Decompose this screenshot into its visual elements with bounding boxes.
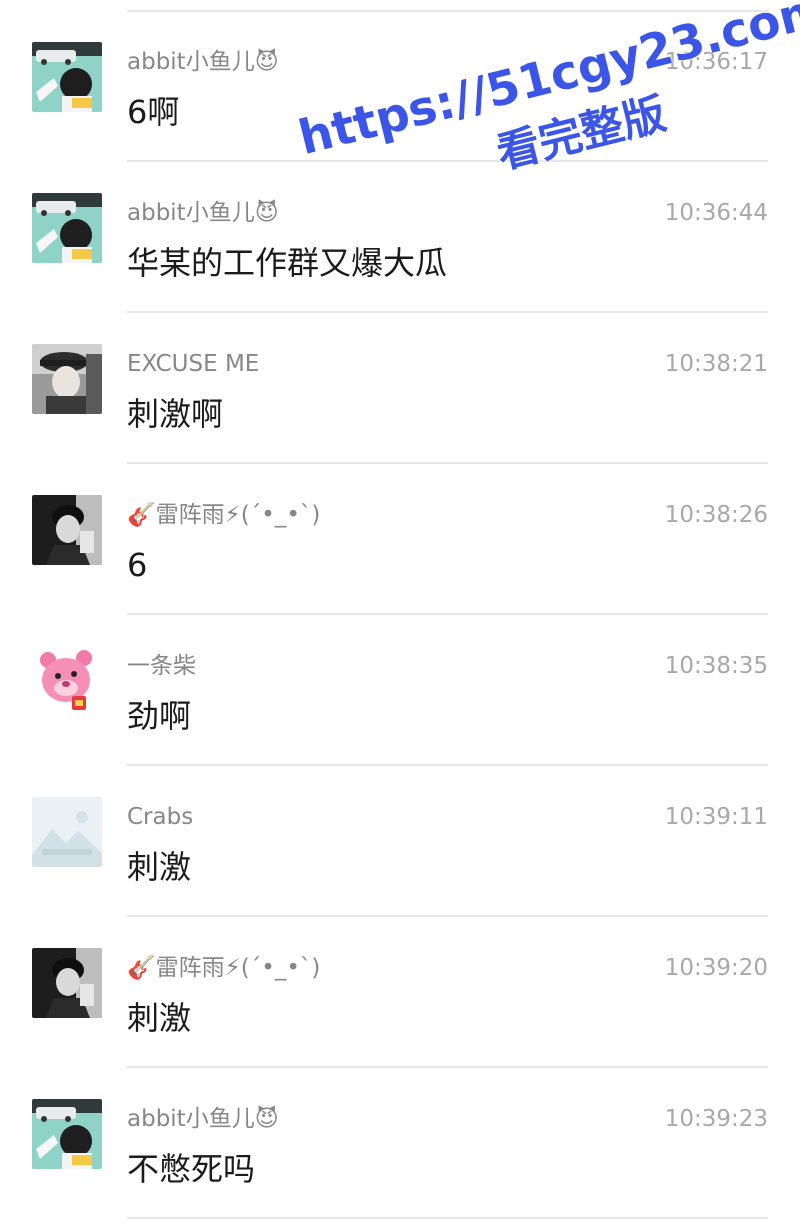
sender-name[interactable]: abbit小鱼儿😈 xyxy=(127,47,279,77)
chat-message[interactable]: 🎸雷阵雨⚡(ˊ•_•ˋ) 10:38:26 6 xyxy=(0,464,800,615)
portrait-avatar-icon[interactable] xyxy=(32,495,102,565)
sender-name[interactable]: abbit小鱼儿😈 xyxy=(127,198,279,228)
message-text: 劲啊 xyxy=(127,697,192,735)
chat-message[interactable]: abbit小鱼儿😈 10:39:23 不憋死吗 xyxy=(0,1068,800,1219)
message-text: 刺激啊 xyxy=(127,395,224,433)
message-time: 10:39:20 xyxy=(664,955,768,981)
message-text: 华某的工作群又爆大瓜 xyxy=(127,244,448,282)
car-girl-avatar-icon[interactable] xyxy=(32,193,102,263)
message-text: 刺激 xyxy=(127,848,192,886)
message-text: 6啊 xyxy=(127,93,180,131)
cap-boy-avatar-icon[interactable] xyxy=(32,344,102,414)
chat-message[interactable]: Crabs 10:39:11 刺激 xyxy=(0,766,800,917)
chat-message[interactable]: 一条柴 10:38:35 劲啊 xyxy=(0,615,800,766)
placeholder-image-avatar-icon[interactable] xyxy=(32,797,102,867)
car-girl-avatar-icon[interactable] xyxy=(32,42,102,112)
message-time: 10:39:11 xyxy=(664,804,768,830)
sender-name[interactable]: 🎸雷阵雨⚡(ˊ•_•ˋ) xyxy=(127,953,320,983)
message-divider xyxy=(127,1217,768,1219)
sender-name[interactable]: EXCUSE ME xyxy=(127,349,259,379)
chat-message[interactable]: 🎸雷阵雨⚡(ˊ•_•ˋ) 10:39:20 刺激 xyxy=(0,917,800,1068)
chat-message[interactable]: EXCUSE ME 10:38:21 刺激啊 xyxy=(0,313,800,464)
message-time: 10:38:26 xyxy=(664,502,768,528)
message-time: 10:38:21 xyxy=(664,351,768,377)
message-time: 10:36:44 xyxy=(664,200,768,226)
sender-name[interactable]: 🎸雷阵雨⚡(ˊ•_•ˋ) xyxy=(127,500,320,530)
sender-name[interactable]: abbit小鱼儿😈 xyxy=(127,1104,279,1134)
sender-name[interactable]: 一条柴 xyxy=(127,651,196,681)
pink-bear-avatar-icon[interactable] xyxy=(32,646,102,716)
message-text: 不憋死吗 xyxy=(127,1150,256,1188)
message-time: 10:36:17 xyxy=(664,49,768,75)
message-text: 刺激 xyxy=(127,999,192,1037)
message-time: 10:39:23 xyxy=(664,1106,768,1132)
message-time: 10:38:35 xyxy=(664,653,768,679)
sender-name[interactable]: Crabs xyxy=(127,802,193,832)
portrait-avatar-icon[interactable] xyxy=(32,948,102,1018)
message-text: 6 xyxy=(127,546,148,584)
car-girl-avatar-icon[interactable] xyxy=(32,1099,102,1169)
chat-message[interactable]: abbit小鱼儿😈 10:36:44 华某的工作群又爆大瓜 xyxy=(0,162,800,313)
chat-message-list: abbit小鱼儿😈 10:36:17 6啊 abbit小鱼儿😈 10:36:44… xyxy=(0,0,800,1224)
chat-message[interactable]: abbit小鱼儿😈 10:36:17 6啊 xyxy=(0,11,800,162)
